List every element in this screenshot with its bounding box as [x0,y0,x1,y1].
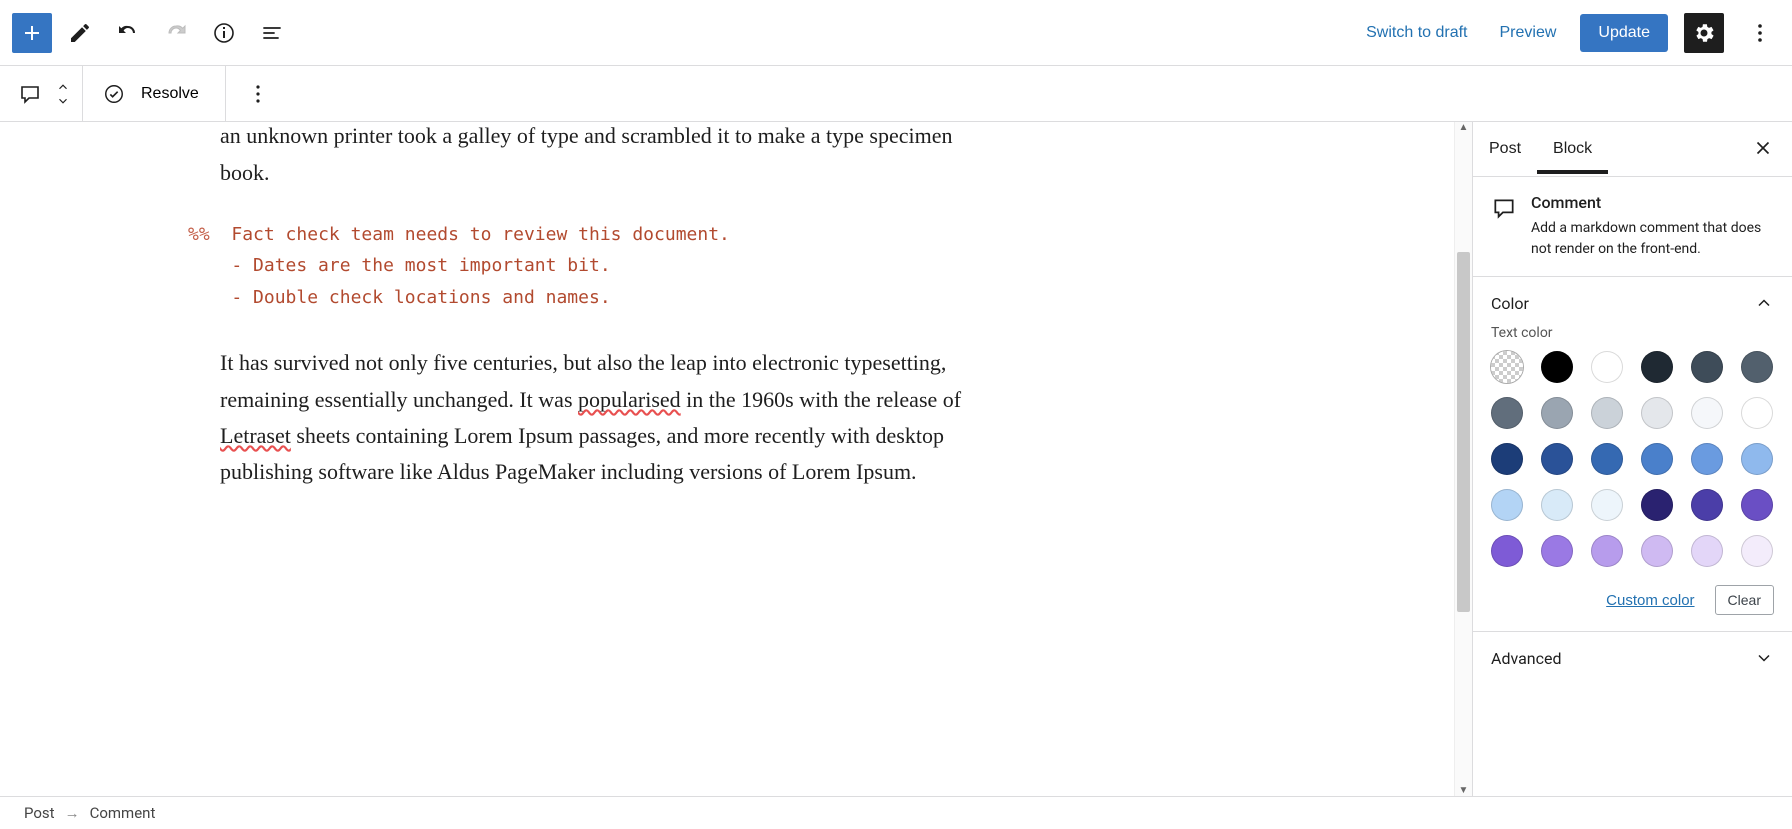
outline-button[interactable] [252,13,292,53]
color-swatch[interactable] [1491,489,1523,521]
update-button[interactable]: Update [1580,14,1668,52]
more-options-button[interactable] [1740,13,1780,53]
color-swatch[interactable] [1541,397,1573,429]
block-type-title: Comment [1531,193,1774,212]
undo-icon [116,21,140,45]
color-swatch[interactable] [1591,535,1623,567]
color-swatch[interactable] [1741,535,1773,567]
comment-icon [1491,195,1517,221]
settings-sidebar: Post Block Comment Add a markdown commen… [1472,122,1792,796]
redo-button[interactable] [156,13,196,53]
switch-to-draft-button[interactable]: Switch to draft [1358,18,1475,48]
vertical-scrollbar[interactable]: ▲ ▼ [1454,122,1472,796]
color-swatch[interactable] [1691,489,1723,521]
spelling-error: popularised [578,387,681,412]
comment-line: Fact check team needs to review this doc… [231,224,730,245]
color-swatch[interactable] [1641,397,1673,429]
check-circle-icon [103,83,125,105]
color-swatch[interactable] [1691,397,1723,429]
breadcrumb-leaf[interactable]: Comment [90,804,156,822]
info-button[interactable] [204,13,244,53]
resolve-button[interactable]: Resolve [135,84,205,104]
undo-button[interactable] [108,13,148,53]
spelling-error: Letraset [220,423,291,448]
paragraph-block[interactable]: It has survived not only five centuries,… [220,345,980,490]
breadcrumb: Post → Comment [0,796,1792,829]
info-icon [212,21,236,45]
color-swatch[interactable] [1491,535,1523,567]
color-swatch[interactable] [1691,351,1723,383]
color-swatch[interactable] [1491,443,1523,475]
panel-heading: Color [1491,294,1529,313]
color-swatch[interactable] [1591,489,1623,521]
color-swatch[interactable] [1491,351,1523,383]
breadcrumb-root[interactable]: Post [24,804,55,822]
advanced-panel-toggle[interactable]: Advanced [1491,648,1774,668]
color-swatch[interactable] [1591,443,1623,475]
comment-line: - Double check locations and names. [231,287,610,308]
redo-icon [164,21,188,45]
color-swatch[interactable] [1541,489,1573,521]
color-swatch[interactable] [1741,397,1773,429]
block-type-indicator[interactable] [0,66,83,122]
custom-color-link[interactable]: Custom color [1600,591,1700,610]
kebab-icon [246,82,270,106]
scroll-up-icon[interactable]: ▲ [1455,122,1472,133]
comment-icon [18,82,42,106]
color-swatch[interactable] [1691,443,1723,475]
breadcrumb-separator-icon: → [65,804,80,822]
color-swatch[interactable] [1641,489,1673,521]
close-icon [1752,137,1774,159]
tab-block[interactable]: Block [1537,124,1608,174]
color-swatch[interactable] [1591,351,1623,383]
list-view-icon [260,21,284,45]
gear-icon [1692,21,1716,45]
color-swatch[interactable] [1741,443,1773,475]
block-type-description: Add a markdown comment that does not ren… [1531,218,1774,260]
pencil-icon [68,21,92,45]
edit-mode-button[interactable] [60,13,100,53]
chevron-up-icon [1754,293,1774,313]
editor-canvas[interactable]: Lorem Ipsum has been the industry's stan… [0,122,1454,796]
panel-heading: Advanced [1491,649,1562,668]
settings-button[interactable] [1684,13,1724,53]
comment-line: - Dates are the most important bit. [231,255,610,276]
color-swatch[interactable] [1641,351,1673,383]
block-type-summary: Comment Add a markdown comment that does… [1491,193,1774,260]
comment-block[interactable]: %% Fact check team needs to review this … [188,219,948,314]
color-swatch[interactable] [1741,351,1773,383]
preview-button[interactable]: Preview [1492,18,1565,48]
color-swatch[interactable] [1541,351,1573,383]
block-more-options[interactable] [238,74,278,114]
color-swatch[interactable] [1641,535,1673,567]
paragraph-block[interactable]: Lorem Ipsum has been the industry's stan… [220,122,980,191]
chevron-down-icon [1754,648,1774,668]
chevron-down-icon[interactable] [56,94,70,108]
color-swatch[interactable] [1741,489,1773,521]
plus-icon [20,21,44,45]
tab-post[interactable]: Post [1473,124,1537,174]
close-sidebar-button[interactable] [1734,137,1792,162]
color-panel-toggle[interactable]: Color [1491,293,1774,313]
color-swatch[interactable] [1591,397,1623,429]
add-block-button[interactable] [12,13,52,53]
scroll-down-icon[interactable]: ▼ [1455,785,1472,796]
text-color-label: Text color [1491,325,1774,341]
color-swatch[interactable] [1541,443,1573,475]
scroll-thumb[interactable] [1457,252,1470,612]
chevron-up-icon[interactable] [56,80,70,94]
clear-color-button[interactable]: Clear [1715,585,1774,615]
color-swatch[interactable] [1691,535,1723,567]
color-swatches [1491,351,1774,567]
color-panel: Color Text color Custom color Clear [1473,277,1792,632]
color-swatch[interactable] [1541,535,1573,567]
color-swatch[interactable] [1491,397,1523,429]
color-swatch[interactable] [1641,443,1673,475]
kebab-icon [1748,21,1772,45]
